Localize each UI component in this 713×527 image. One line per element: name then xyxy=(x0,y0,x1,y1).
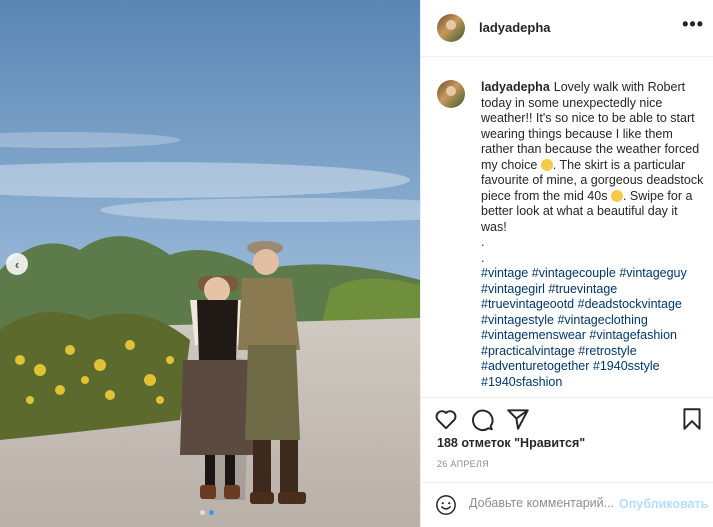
hashtag-link[interactable]: #truevintage xyxy=(548,282,617,296)
hashtag-link[interactable]: #1940sfashion xyxy=(481,375,562,389)
hashtag-link[interactable]: #vintagestyle xyxy=(481,313,554,327)
smiling-emoji-icon xyxy=(610,189,623,202)
chevron-left-icon: ‹ xyxy=(14,256,20,272)
carousel-indicator xyxy=(200,510,214,515)
hashtag-link[interactable]: #vintagegirl xyxy=(481,282,545,296)
caption-avatar[interactable] xyxy=(437,80,465,108)
caption-dot: . xyxy=(481,250,485,265)
laughing-emoji-icon xyxy=(540,158,553,171)
hashtag-link[interactable]: #vintagefashion xyxy=(589,328,677,342)
post-date: 26 АПРЕЛЯ xyxy=(437,459,489,469)
hashtag-link[interactable]: #practicalvintage xyxy=(481,344,575,358)
post-header: ladyadepha ••• xyxy=(421,0,713,57)
carousel-dot-active xyxy=(209,510,214,515)
avatar[interactable] xyxy=(437,14,465,42)
share-icon[interactable] xyxy=(505,406,531,432)
caption: ladyadepha Lovely walk with Robert today … xyxy=(437,80,705,396)
carousel-prev-button[interactable]: ‹ xyxy=(6,253,28,275)
hashtag-link[interactable]: #vintage xyxy=(481,266,528,280)
hashtag-link[interactable]: #adventuretogether xyxy=(481,359,589,373)
post-side-panel: ladyadepha ••• ladyadepha Lovely walk wit… xyxy=(420,0,713,527)
carousel-dot xyxy=(200,510,205,515)
emoji-icon[interactable] xyxy=(435,494,457,516)
bookmark-icon[interactable] xyxy=(679,406,705,432)
publish-button[interactable]: Опубликовать xyxy=(619,497,708,511)
hashtag-link[interactable]: #truevintageootd xyxy=(481,297,574,311)
hashtag-link[interactable]: #retrostyle xyxy=(578,344,636,358)
likes-count[interactable]: 188 отметок "Нравится" xyxy=(437,436,585,450)
hashtag-link[interactable]: #vintagecouple xyxy=(532,266,616,280)
heart-icon[interactable] xyxy=(433,406,459,432)
photo-image xyxy=(0,0,420,527)
hashtag-link[interactable]: #vintagemenswear xyxy=(481,328,586,342)
caption-username[interactable]: ladyadepha xyxy=(481,80,550,94)
comment-input[interactable] xyxy=(469,496,619,510)
caption-dot: . xyxy=(481,235,485,249)
comment-bar: Опубликовать xyxy=(421,482,713,527)
caption-text: ladyadepha Lovely walk with Robert today … xyxy=(481,80,705,390)
more-options-button[interactable]: ••• xyxy=(682,14,704,35)
hashtag-link[interactable]: #deadstockvintage xyxy=(578,297,682,311)
comment-icon[interactable] xyxy=(469,406,495,432)
hashtag-link[interactable]: #vintageguy xyxy=(619,266,686,280)
hashtag-list: #vintage #vintagecouple #vintageguy #vin… xyxy=(481,266,687,389)
hashtag-link[interactable]: #1940sstyle xyxy=(593,359,660,373)
post-photo[interactable]: ‹ xyxy=(0,0,420,527)
action-bar xyxy=(421,397,713,439)
hashtag-link[interactable]: #vintageclothing xyxy=(557,313,647,327)
header-username[interactable]: ladyadepha xyxy=(479,20,551,35)
